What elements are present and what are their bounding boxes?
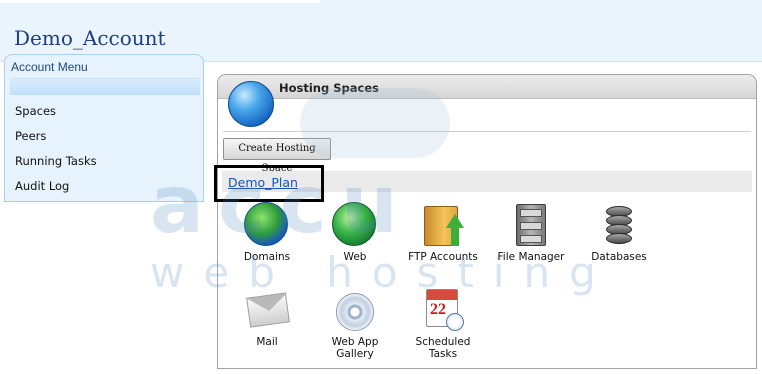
hosting-spaces-panel: Hosting Spaces Create Hosting Space Demo… — [217, 74, 757, 369]
account-menu-header: Account Menu — [11, 60, 88, 74]
menu-item-spaces[interactable]: Spaces — [15, 104, 56, 118]
calendar-clock-icon: 22 — [420, 287, 466, 333]
globe-icon — [244, 202, 290, 248]
tile-label: Scheduled Tasks — [415, 336, 471, 360]
tile-web-app-gallery[interactable]: Web App Gallery — [315, 287, 395, 360]
menu-item-audit-log[interactable]: Audit Log — [15, 179, 69, 193]
panel-divider — [223, 131, 751, 132]
file-cabinet-icon — [508, 202, 554, 248]
tile-databases[interactable]: Databases — [579, 202, 659, 263]
panel-title: Hosting Spaces — [279, 81, 379, 95]
create-hosting-space-button[interactable]: Create Hosting Space — [223, 138, 331, 174]
tile-web[interactable]: Web — [315, 202, 395, 263]
database-icon — [596, 202, 642, 248]
tile-domains[interactable]: Domains — [227, 202, 307, 263]
menu-item-peers[interactable]: Peers — [15, 129, 46, 143]
tile-mail[interactable]: Mail — [227, 287, 307, 348]
calendar-day: 22 — [430, 301, 446, 318]
tile-label: Web — [343, 251, 367, 263]
tile-file-manager[interactable]: File Manager — [491, 202, 571, 263]
hosting-spaces-globe-icon — [228, 81, 274, 127]
tile-label: File Manager — [497, 251, 565, 263]
disc-icon — [332, 287, 378, 333]
clock-icon — [446, 313, 464, 331]
account-menu: Account Menu Spaces Peers Running Tasks … — [4, 54, 204, 202]
tile-label: Domains — [243, 251, 291, 263]
tile-label: Web App Gallery — [331, 336, 379, 360]
header-divider — [0, 0, 320, 3]
tile-scheduled-tasks[interactable]: 22 Scheduled Tasks — [403, 287, 483, 360]
envelope-icon — [244, 287, 290, 333]
demo-plan-highlight — [214, 165, 324, 202]
tile-label: Databases — [591, 251, 647, 263]
tile-label: Mail — [256, 336, 278, 348]
account-title: Demo_Account — [14, 26, 166, 50]
menu-item-running-tasks[interactable]: Running Tasks — [15, 154, 97, 168]
folder-upload-icon — [420, 202, 466, 248]
tile-ftp-accounts[interactable]: FTP Accounts — [403, 202, 483, 263]
web-globe-icon — [332, 202, 378, 248]
account-menu-band — [10, 78, 200, 95]
tile-label: FTP Accounts — [408, 251, 478, 263]
